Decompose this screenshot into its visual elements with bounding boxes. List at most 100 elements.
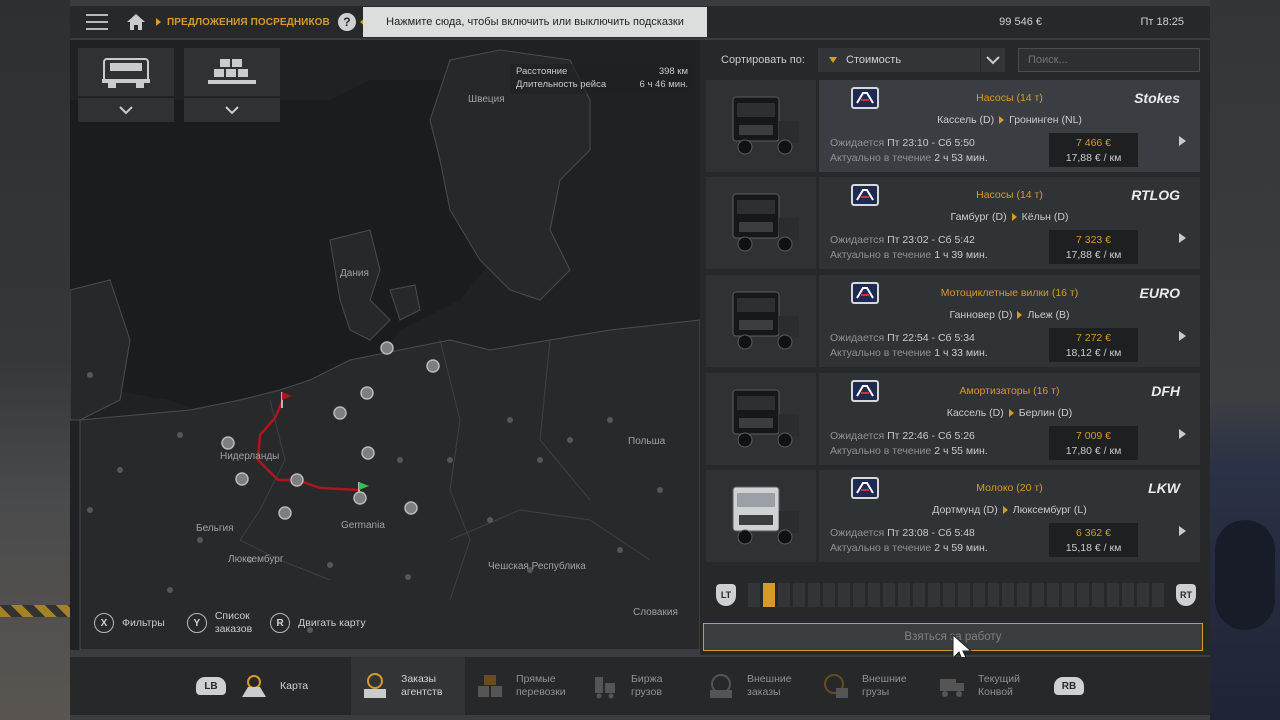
job-rate: 17,80 € / км: [1065, 445, 1122, 457]
page-segment[interactable]: [807, 583, 820, 607]
job-details-arrow-icon[interactable]: [1179, 429, 1186, 439]
page-segment[interactable]: [1062, 583, 1075, 607]
expected-time: Ожидается Пт 23:02 - Сб 5:42: [830, 234, 975, 246]
expected-value: Пт 22:54 - Сб 5:34: [887, 332, 975, 344]
page-indicator[interactable]: [748, 583, 1165, 607]
route-arrow-icon: [1002, 506, 1008, 515]
duration-label: Длительность рейса: [516, 79, 607, 90]
orders-list-hint[interactable]: Список заказов: [215, 610, 252, 636]
page-segment[interactable]: [748, 583, 760, 607]
page-segment[interactable]: [1092, 583, 1105, 607]
breadcrumb[interactable]: ПРЕДЛОЖЕНИЯ ПОСРЕДНИКОВ: [167, 17, 330, 28]
valid-value: 2 ч 55 мин.: [934, 445, 988, 457]
valid-label: Актуально в течение: [830, 542, 932, 554]
cargo-view-button[interactable]: [184, 48, 280, 96]
sort-select[interactable]: Стоимость: [818, 48, 980, 72]
map-panel[interactable]: Расстояние 398 км Длительность рейса 6 ч 4…: [70, 40, 700, 650]
page-segment[interactable]: [882, 583, 895, 607]
job-row[interactable]: Мотоциклетные вилки (16 т) Ганновер (D) Л…: [706, 275, 1200, 367]
page-segment[interactable]: [1047, 583, 1060, 607]
route-from: Ганновер (D): [949, 309, 1013, 321]
page-segment[interactable]: [942, 583, 955, 607]
r-stick-icon[interactable]: R: [270, 613, 291, 633]
page-segment[interactable]: [777, 583, 790, 607]
y-button-icon[interactable]: Y: [186, 613, 207, 633]
nav-current-convoy[interactable]: Текущий Конвой: [938, 657, 1048, 715]
nav-external-cargo-line2: грузы: [862, 686, 890, 698]
cargo-dropdown-button[interactable]: [184, 98, 280, 122]
page-segment[interactable]: [1032, 583, 1045, 607]
filters-hint[interactable]: Фильтры: [122, 617, 165, 629]
page-segment[interactable]: [897, 583, 910, 607]
move-map-hint[interactable]: Двигать карту: [298, 617, 365, 629]
page-segment[interactable]: [1152, 583, 1165, 607]
page-segment[interactable]: [852, 583, 865, 607]
page-segment[interactable]: [792, 583, 805, 607]
page-segment[interactable]: [1137, 583, 1150, 607]
nav-freight-market[interactable]: Биржа грузов: [591, 657, 701, 715]
job-rate: 17,88 € / км: [1065, 152, 1122, 164]
job-details-arrow-icon[interactable]: [1179, 331, 1186, 341]
rt-button[interactable]: RT: [1176, 584, 1196, 606]
job-rate: 17,88 € / км: [1065, 249, 1122, 261]
page-segment[interactable]: [927, 583, 940, 607]
truck-thumbnail: [706, 275, 816, 367]
job-card[interactable]: Мотоциклетные вилки (16 т) Ганновер (D) Л…: [819, 275, 1200, 367]
route-to: Льеж (B): [1027, 309, 1070, 321]
nav-map[interactable]: Карта: [240, 657, 350, 715]
page-segment[interactable]: [957, 583, 970, 607]
page-segment[interactable]: [1017, 583, 1030, 607]
valid-value: 2 ч 59 мин.: [934, 542, 988, 554]
page-segment[interactable]: [822, 583, 835, 607]
europe-map[interactable]: [70, 40, 700, 650]
page-segment[interactable]: [987, 583, 1000, 607]
home-icon[interactable]: [126, 13, 146, 31]
route-arrow-icon: [1017, 311, 1023, 320]
job-route: Кассель (D) Гронинген (NL): [819, 114, 1200, 126]
page-segment[interactable]: [867, 583, 880, 607]
job-card[interactable]: Насосы (14 т) Гамбург (D) Кёльн (D) RTLOG…: [819, 177, 1200, 269]
nav-external-orders[interactable]: Внешние заказы: [707, 657, 817, 715]
route-to: Люксембург (L): [1012, 504, 1087, 516]
page-segment[interactable]: [912, 583, 925, 607]
job-details-arrow-icon[interactable]: [1179, 136, 1186, 146]
job-price: 7 009 €: [1075, 430, 1112, 442]
expected-label: Ожидается: [830, 234, 885, 246]
page-segment[interactable]: [1122, 583, 1135, 607]
job-row[interactable]: Амортизаторы (16 т) Кассель (D) Берлин (D…: [706, 373, 1200, 465]
job-card[interactable]: Насосы (14 т) Кассель (D) Гронинген (NL) …: [819, 80, 1200, 172]
menu-icon[interactable]: [86, 14, 108, 30]
page-segment[interactable]: [762, 583, 775, 607]
page-segment[interactable]: [972, 583, 985, 607]
rb-button[interactable]: RB: [1054, 657, 1084, 715]
lb-button[interactable]: LB: [196, 657, 226, 715]
valid-time: Актуально в течение 2 ч 55 мин.: [830, 445, 988, 457]
job-card[interactable]: Амортизаторы (16 т) Кассель (D) Берлин (D…: [819, 373, 1200, 465]
job-details-arrow-icon[interactable]: [1179, 233, 1186, 243]
help-icon[interactable]: ?: [337, 13, 356, 31]
job-card[interactable]: Молоко (20 т) Дортмунд (D) Люксембург (L)…: [819, 470, 1200, 562]
nav-agency-orders[interactable]: Заказы агентств: [351, 657, 465, 715]
globe-cargo-icon: [822, 673, 850, 699]
search-input[interactable]: [1018, 48, 1200, 72]
expected-label: Ожидается: [830, 332, 885, 344]
valid-value: 1 ч 39 мин.: [934, 249, 988, 261]
nav-external-cargo[interactable]: Внешние грузы: [822, 657, 932, 715]
sort-dropdown-button[interactable]: [981, 48, 1005, 72]
page-segment[interactable]: [1002, 583, 1015, 607]
valid-label: Актуально в течение: [830, 347, 932, 359]
job-row[interactable]: Насосы (14 т) Гамбург (D) Кёльн (D) RTLOG…: [706, 177, 1200, 269]
page-segment[interactable]: [1077, 583, 1090, 607]
country-label-belgium: Бельгия: [196, 523, 234, 534]
job-details-arrow-icon[interactable]: [1179, 526, 1186, 536]
job-row[interactable]: Насосы (14 т) Кассель (D) Гронинген (NL) …: [706, 80, 1200, 172]
page-segment[interactable]: [837, 583, 850, 607]
lt-button[interactable]: LT: [716, 584, 736, 606]
sort-label: Сортировать по:: [721, 54, 805, 66]
x-button-icon[interactable]: X: [94, 613, 114, 633]
job-row[interactable]: Молоко (20 т) Дортмунд (D) Люксембург (L)…: [706, 470, 1200, 562]
nav-direct-transport[interactable]: Прямые перевозки: [476, 657, 586, 715]
truck-view-button[interactable]: [78, 48, 174, 96]
truck-dropdown-button[interactable]: [78, 98, 174, 122]
page-segment[interactable]: [1107, 583, 1120, 607]
